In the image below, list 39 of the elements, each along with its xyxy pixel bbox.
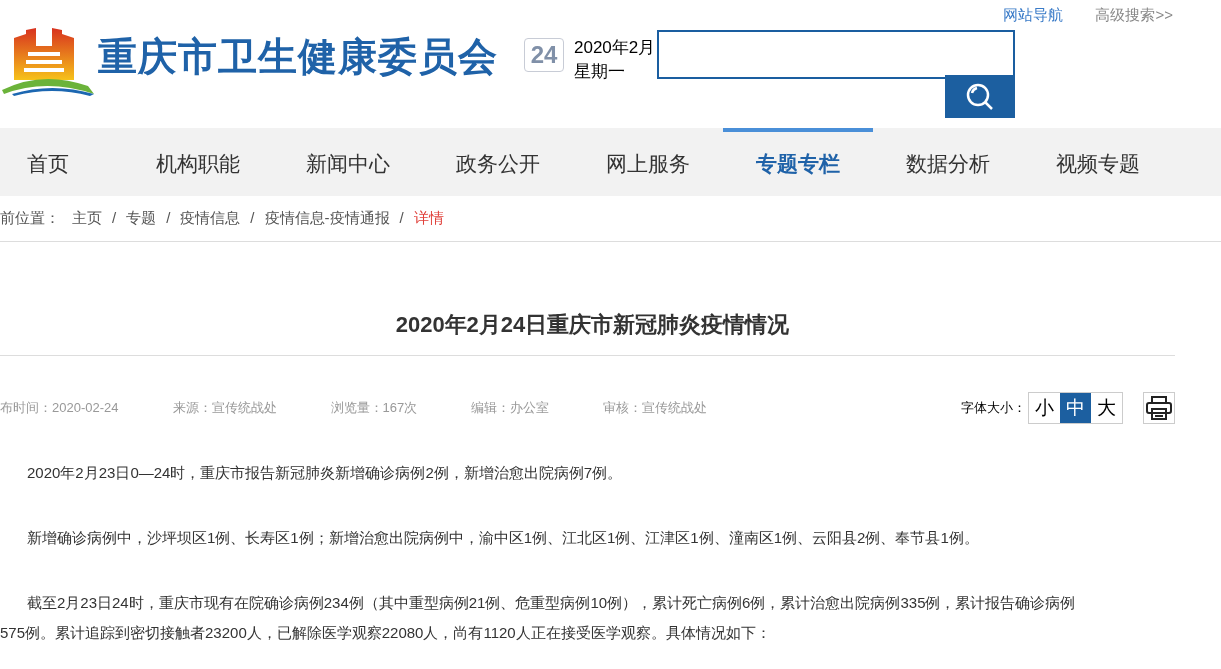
meta-info: 编辑：办公室 bbox=[471, 399, 550, 418]
nav-tab[interactable]: 网上服务 bbox=[573, 128, 723, 196]
date-month: 2020年2月 bbox=[574, 37, 656, 59]
article-paragraph: 2020年2月23日0—24时，重庆市报告新冠肺炎新增确诊病例2例，新增治愈出院病例7例。 bbox=[26, 463, 624, 483]
site-title: 重庆市卫生健康委员会 bbox=[98, 34, 498, 80]
nav-tab[interactable]: 数据分析 bbox=[873, 128, 1023, 196]
breadcrumb-separator: / bbox=[166, 208, 171, 229]
search-button[interactable] bbox=[945, 75, 1016, 118]
nav-tab[interactable]: 新闻中心 bbox=[273, 128, 423, 196]
breadcrumb-link[interactable]: 疫情信息-疫情通报 bbox=[264, 207, 390, 230]
breadcrumb-separator: / bbox=[250, 208, 255, 229]
font-size-label: 字体大小： bbox=[961, 399, 1026, 418]
nav-tab[interactable]: 机构职能 bbox=[123, 128, 273, 196]
article-paragraph: 截至2月23日24时，重庆市现有在院确诊病例234例（其中重型病例21例、危重型病例10例），累计死亡病例6例，累计治愈出院病例335例，累计报告确诊病例 575例。累计追踪到密切接触者23200人，已解除医学观察22080人，尚有1120人正在接受医学观察。具体情况如下： bbox=[0, 593, 1077, 643]
date-badge: 24 bbox=[524, 38, 564, 72]
nav-tab[interactable]: 视频专题 bbox=[1023, 128, 1173, 196]
nav-tab[interactable]: 首页 bbox=[0, 128, 123, 196]
header-link[interactable]: 网站导航 bbox=[1003, 4, 1064, 27]
nav-tab[interactable]: 政务公开 bbox=[423, 128, 573, 196]
breadcrumb-link[interactable]: 专题 bbox=[126, 207, 157, 230]
meta-info: 布时间：2020-02-24 bbox=[0, 399, 119, 418]
print-button[interactable] bbox=[1143, 392, 1175, 424]
meta-info: 来源：宣传统战处 bbox=[172, 399, 277, 418]
printer-icon bbox=[1146, 396, 1172, 420]
header-link[interactable]: 高级搜索>> bbox=[1095, 4, 1173, 27]
font-size-option[interactable]: 中 bbox=[1060, 393, 1091, 423]
meta-info: 浏览量：167次 bbox=[330, 399, 418, 418]
nav-tab[interactable]: 专题专栏 bbox=[723, 128, 873, 196]
breadcrumb-link[interactable]: 详情 bbox=[413, 207, 444, 230]
breadcrumb-separator: / bbox=[112, 208, 117, 229]
meta-info: 审核：宣传统战处 bbox=[603, 399, 708, 418]
date-weekday: 星期一 bbox=[574, 61, 626, 83]
article-title: 2020年2月24日重庆市新冠肺炎疫情情况 bbox=[394, 311, 791, 339]
breadcrumb-separator: / bbox=[399, 208, 404, 229]
search-field[interactable] bbox=[657, 30, 1016, 79]
breadcrumb-label: 前位置： bbox=[0, 208, 60, 229]
article-paragraph: 新增确诊病例中，沙坪坝区1例、长寿区1例；新增治愈出院病例中，渝中区1例、江北区1例、江津区1例、潼南区1例、云阳县2例、奉节县1例。 bbox=[26, 528, 980, 548]
breadcrumb-link[interactable]: 主页 bbox=[72, 207, 102, 230]
breadcrumb-link[interactable]: 疫情信息 bbox=[180, 207, 241, 230]
